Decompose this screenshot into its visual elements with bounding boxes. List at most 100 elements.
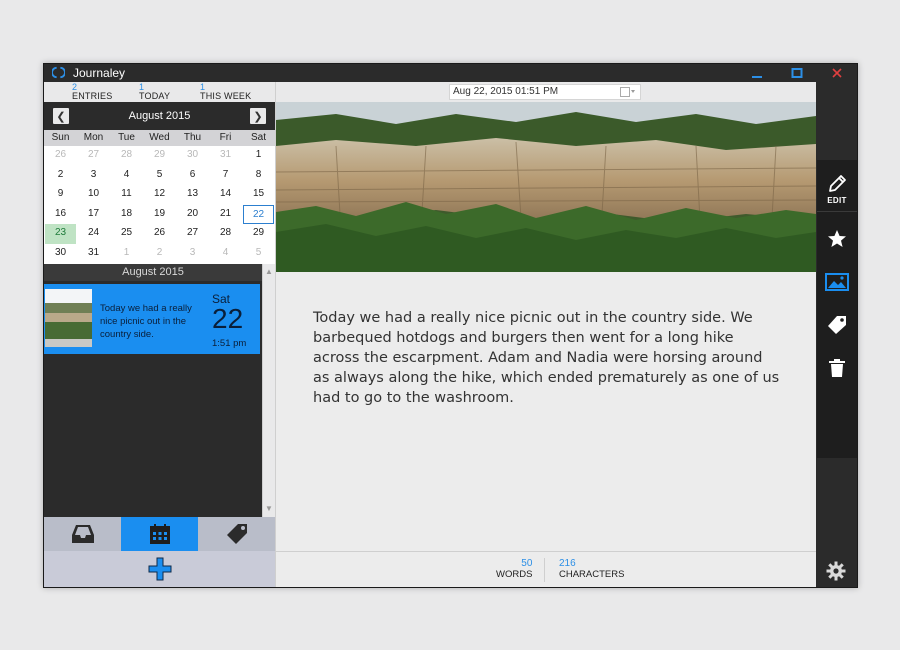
image-icon — [825, 273, 849, 291]
tag-button[interactable] — [817, 305, 857, 345]
character-count: 216 CHARACTERS — [559, 558, 624, 580]
delete-button[interactable] — [817, 348, 857, 388]
photo-button[interactable] — [817, 262, 857, 302]
close-icon — [832, 68, 842, 78]
stat-entries[interactable]: 2 ENTRIES — [72, 83, 112, 101]
calendar-day[interactable]: 28 — [210, 224, 241, 244]
right-toolbar: EDIT — [816, 82, 857, 587]
calendar-day[interactable]: 12 — [144, 185, 175, 205]
chevron-right-icon: ❯ — [253, 110, 263, 123]
calendar-day[interactable]: 25 — [111, 224, 142, 244]
scroll-up-icon[interactable]: ▲ — [263, 266, 275, 278]
entry-thumbnail — [45, 289, 92, 347]
calendar-next-button[interactable]: ❯ — [250, 108, 266, 124]
calendar-day[interactable]: 1 — [243, 146, 274, 166]
calendar-day[interactable]: 16 — [45, 205, 76, 225]
title-bar[interactable]: Journaley — [44, 64, 857, 82]
weekday-label: Thu — [183, 132, 202, 143]
weekday-label: Wed — [149, 132, 170, 143]
tab-calendar[interactable] — [121, 517, 198, 551]
calendar-day[interactable]: 29 — [243, 224, 274, 244]
calendar-day[interactable]: 13 — [177, 185, 208, 205]
entry-photo[interactable] — [276, 102, 816, 272]
weekday-label: Sat — [250, 132, 266, 143]
edit-button[interactable]: EDIT — [817, 168, 857, 212]
calendar-day[interactable]: 19 — [144, 205, 175, 225]
calendar-weekday-row: Sun Mon Tue Wed Thu Fri Sat — [44, 130, 275, 146]
stat-today[interactable]: 1 TODAY — [139, 83, 170, 101]
calendar-day[interactable]: 10 — [78, 185, 109, 205]
calendar-day[interactable]: 5 — [243, 244, 274, 264]
calendar-dropdown-icon[interactable] — [620, 87, 636, 97]
calendar-day[interactable]: 4 — [111, 166, 142, 186]
calendar-day[interactable]: 3 — [78, 166, 109, 186]
calendar-day[interactable]: 21 — [210, 205, 241, 225]
calendar-day[interactable]: 2 — [144, 244, 175, 264]
tag-icon — [828, 316, 846, 334]
tool-column: EDIT — [817, 160, 857, 458]
pencil-icon — [829, 175, 846, 192]
calendar-day[interactable]: 18 — [111, 205, 142, 225]
tab-all-entries[interactable] — [44, 517, 121, 551]
scroll-down-icon[interactable]: ▼ — [263, 503, 275, 515]
maximize-icon — [791, 68, 803, 78]
minimize-button[interactable] — [737, 64, 777, 82]
calendar-day[interactable]: 5 — [144, 166, 175, 186]
calendar-day[interactable]: 6 — [177, 166, 208, 186]
calendar-day[interactable]: 7 — [210, 166, 241, 186]
app-title: Journaley — [73, 66, 126, 80]
view-tab-bar — [44, 517, 275, 551]
entry-datetime-field[interactable]: Aug 22, 2015 01:51 PM — [449, 84, 641, 100]
calendar-day[interactable]: 30 — [45, 244, 76, 264]
edit-label: EDIT — [827, 196, 847, 205]
calendar-month-label: August 2015 — [128, 110, 191, 122]
calendar-day[interactable]: 26 — [144, 224, 175, 244]
entry-list-item[interactable]: Today we had a really nice picnic out in… — [44, 284, 260, 354]
journaley-logo-icon — [52, 66, 65, 79]
weekday-label: Fri — [219, 132, 232, 143]
favorite-button[interactable] — [817, 219, 857, 259]
minimize-icon — [752, 76, 762, 78]
entry-list-scrollbar[interactable]: ▲ ▼ — [262, 264, 275, 517]
calendar-day[interactable]: 24 — [78, 224, 109, 244]
calendar-day[interactable]: 4 — [210, 244, 241, 264]
tab-tags[interactable] — [198, 517, 275, 551]
entry-body-text[interactable]: Today we had a really nice picnic out in… — [313, 308, 783, 408]
entry-list: Today we had a really nice picnic out in… — [44, 281, 262, 517]
date-bar: Aug 22, 2015 01:51 PM — [276, 82, 816, 102]
character-count-value: 216 — [559, 558, 576, 569]
calendar-day[interactable]: 3 — [177, 244, 208, 264]
calendar-day[interactable]: 9 — [45, 185, 76, 205]
calendar-day[interactable]: 31 — [78, 244, 109, 264]
calendar-day[interactable]: 2 — [45, 166, 76, 186]
settings-button[interactable] — [824, 559, 848, 583]
calendar-day[interactable]: 27 — [78, 146, 109, 166]
weekday-label: Tue — [118, 132, 135, 143]
calendar-day[interactable]: 17 — [78, 205, 109, 225]
entry-day: 22 — [212, 303, 244, 334]
calendar-day[interactable]: 29 — [144, 146, 175, 166]
maximize-button[interactable] — [777, 64, 817, 82]
stat-this-week[interactable]: 1 THIS WEEK — [200, 83, 251, 101]
calendar-day[interactable]: 1 — [111, 244, 142, 264]
star-icon — [828, 230, 846, 247]
close-button[interactable] — [817, 64, 857, 82]
calendar-day[interactable]: 20 — [177, 205, 208, 225]
calendar-day-today[interactable]: 22 — [243, 204, 274, 224]
calendar-day[interactable]: 31 — [210, 146, 241, 166]
calendar-day-selected[interactable]: 23 — [45, 224, 76, 244]
calendar-day[interactable]: 14 — [210, 185, 241, 205]
calendar-day[interactable]: 15 — [243, 185, 274, 205]
calendar-day[interactable]: 8 — [243, 166, 274, 186]
calendar-day[interactable]: 27 — [177, 224, 208, 244]
calendar-header: ❮ August 2015 ❯ — [44, 102, 275, 130]
calendar-day[interactable]: 26 — [45, 146, 76, 166]
weekday-label: Sun — [51, 132, 70, 143]
gear-icon — [826, 561, 846, 581]
calendar-day[interactable]: 28 — [111, 146, 142, 166]
entry-time: 1:51 pm — [212, 338, 247, 349]
calendar-day[interactable]: 11 — [111, 185, 142, 205]
calendar-day[interactable]: 30 — [177, 146, 208, 166]
trash-icon — [829, 359, 845, 377]
add-entry-button[interactable] — [44, 551, 275, 587]
